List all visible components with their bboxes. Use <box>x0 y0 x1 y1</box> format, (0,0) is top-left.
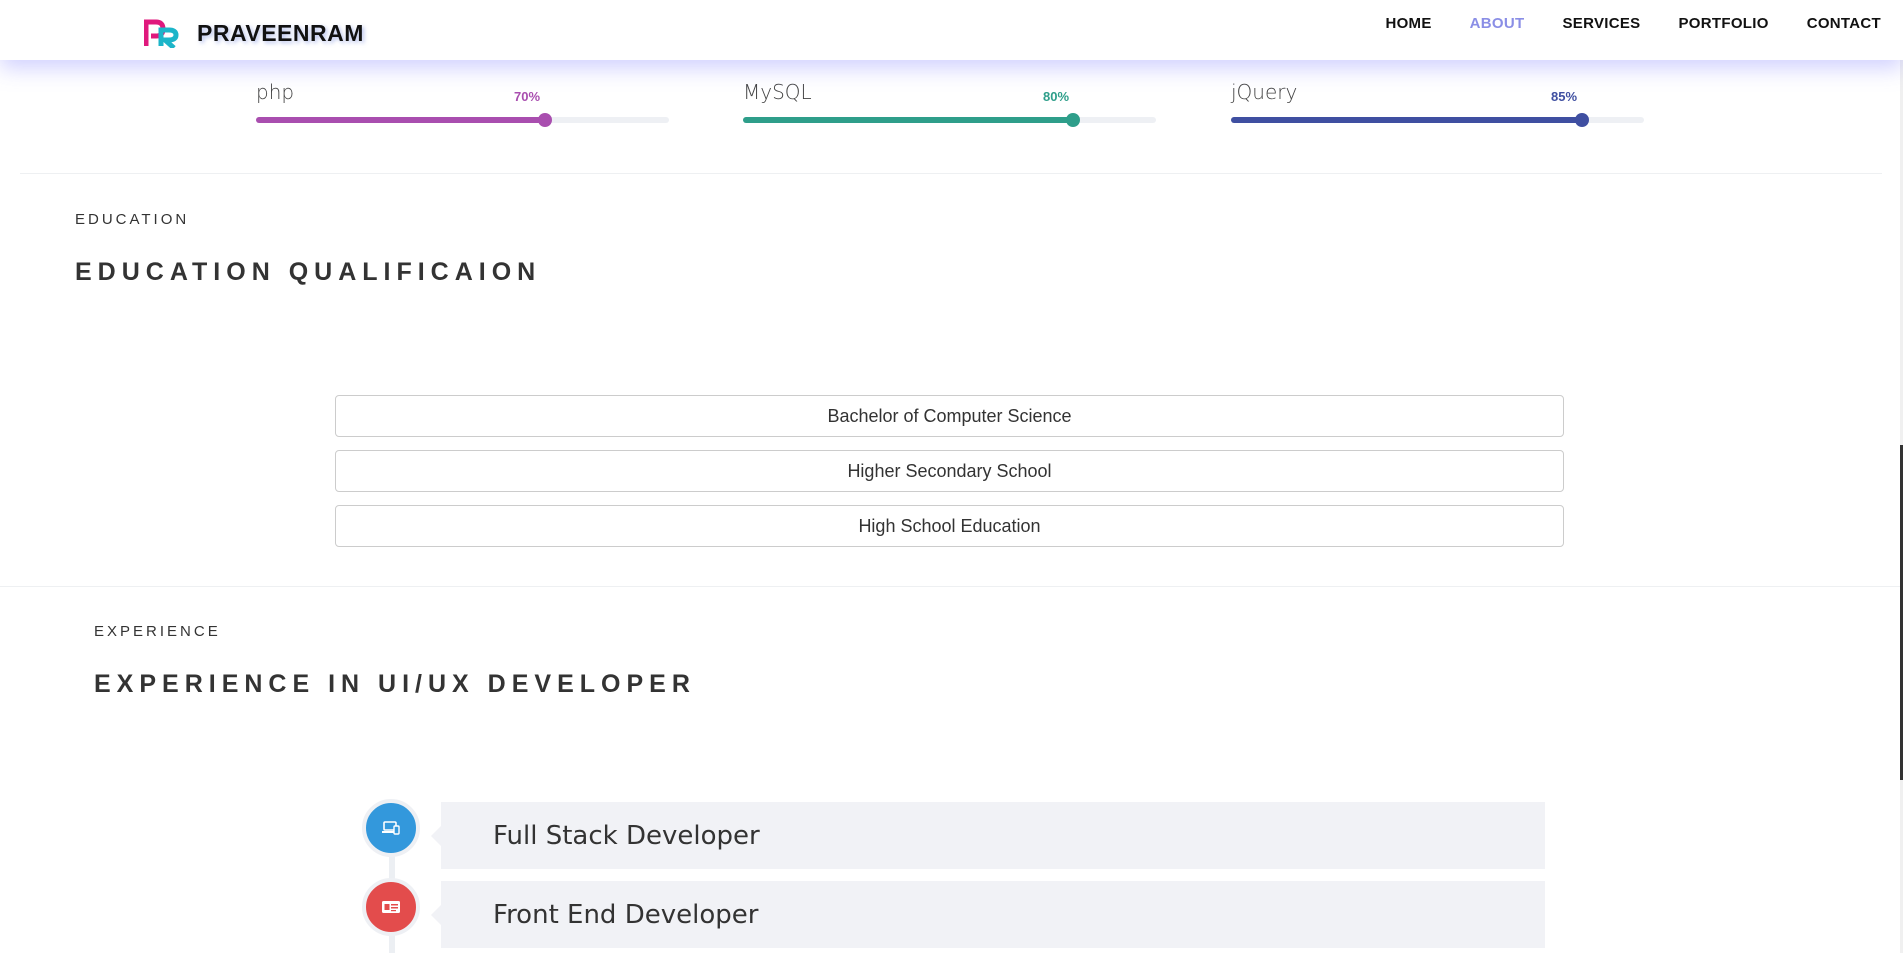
education-item[interactable]: High School Education <box>335 505 1564 547</box>
nav-about[interactable]: ABOUT <box>1451 15 1544 32</box>
education-item[interactable]: Higher Secondary School <box>335 450 1564 492</box>
education-item[interactable]: Bachelor of Computer Science <box>335 395 1564 437</box>
skill-name: jQuery <box>1231 80 1298 104</box>
skill-percent: 85% <box>1551 89 1578 104</box>
skill-fill <box>256 117 546 123</box>
timeline-icon <box>362 799 420 857</box>
logo-icon[interactable] <box>144 18 180 48</box>
experience-card[interactable]: Front End Developer <box>431 881 1545 948</box>
experience-title: Front End Developer <box>493 899 759 930</box>
skill-fill <box>1231 117 1583 123</box>
main-nav: HOME ABOUT SERVICES PORTFOLIO CONTACT <box>1366 15 1881 32</box>
section-divider <box>20 173 1882 174</box>
experience-card[interactable]: Full Stack Developer <box>431 802 1545 869</box>
skill-fill <box>743 117 1074 123</box>
education-subheading: EDUCATION <box>75 211 190 228</box>
id-card-icon <box>382 901 400 913</box>
navbar: PRAVEENRAM HOME ABOUT SERVICES PORTFOLIO… <box>0 0 1903 60</box>
skill-percent: 70% <box>514 89 541 104</box>
brand-name[interactable]: PRAVEENRAM <box>197 20 364 47</box>
skill-track <box>1231 113 1644 127</box>
skill-knob <box>1575 113 1590 127</box>
skill-percent: 80% <box>1043 89 1070 104</box>
skill-name: MySQL <box>743 80 812 104</box>
experience-title: Full Stack Developer <box>493 820 760 851</box>
nav-home[interactable]: HOME <box>1366 15 1450 32</box>
skill-name: php <box>256 80 295 104</box>
education-heading: EDUCATION QUALIFICAION <box>75 258 542 286</box>
skill-track <box>743 113 1156 127</box>
experience-subheading: EXPERIENCE <box>94 623 221 640</box>
timeline-icon <box>362 878 420 936</box>
experience-heading: EXPERIENCE IN UI/UX DEVELOPER <box>94 670 696 698</box>
laptop-icon <box>382 821 400 835</box>
skill-knob <box>1066 113 1081 127</box>
nav-portfolio[interactable]: PORTFOLIO <box>1659 15 1787 32</box>
education-list: Bachelor of Computer Science Higher Seco… <box>335 395 1564 560</box>
section-divider <box>0 586 1903 587</box>
nav-contact[interactable]: CONTACT <box>1788 15 1881 32</box>
nav-services[interactable]: SERVICES <box>1543 15 1659 32</box>
skill-knob <box>538 113 553 127</box>
skill-track <box>256 113 669 127</box>
